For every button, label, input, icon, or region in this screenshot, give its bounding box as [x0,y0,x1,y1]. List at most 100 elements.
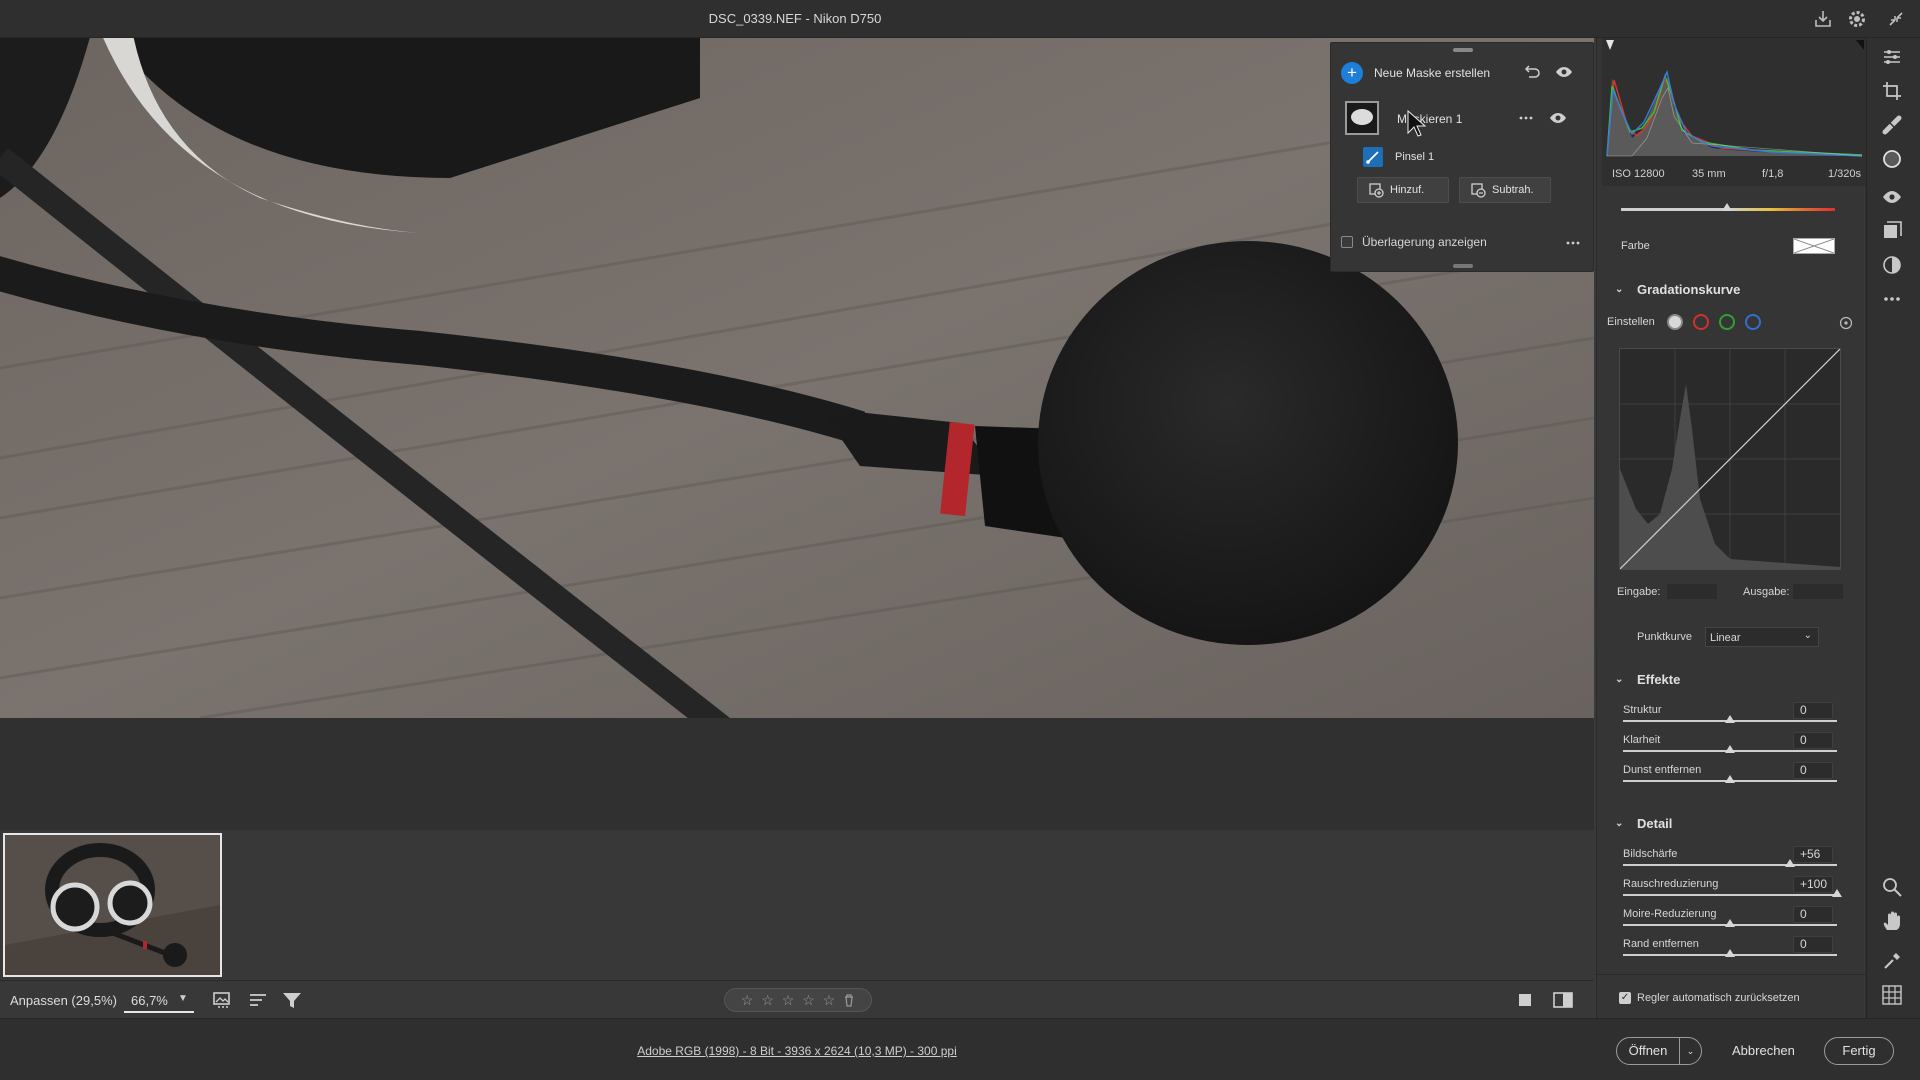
collapse-icon[interactable] [1885,8,1907,30]
star-icon[interactable]: ☆ [823,992,836,1009]
fit-zoom-button[interactable]: Anpassen (29,5%) [10,993,117,1008]
thumbnails-icon[interactable] [212,990,234,1010]
status-bar: Adobe RGB (1998) - 8 Bit - 3936 x 2624 (… [0,1018,1920,1080]
target-adjust-icon[interactable] [1839,316,1853,330]
more-icon[interactable] [1881,288,1903,310]
curve-channel-red[interactable] [1693,314,1709,330]
presets-icon[interactable] [1881,254,1903,276]
star-icon[interactable]: ☆ [761,992,774,1009]
star-icon[interactable]: ☆ [782,992,795,1009]
zoom-dropdown-icon[interactable]: ▼ [178,993,188,1004]
auto-reset-checkbox[interactable]: ✓ [1619,992,1631,1004]
shadow-clipping-icon[interactable] [1606,40,1614,50]
slider-value[interactable]: 0 [1793,936,1833,953]
sampler-icon[interactable] [1881,950,1903,972]
slider-track[interactable] [1623,864,1837,866]
filmstrip-thumbnail[interactable] [3,833,222,977]
add-mask-button[interactable]: Hinzuf. [1357,177,1449,203]
done-button[interactable]: Fertig [1824,1037,1894,1065]
sliders-icon[interactable] [1881,46,1903,68]
healing-icon[interactable] [1881,114,1903,136]
canvas-empty-area [0,718,1594,830]
slider-knob[interactable] [1725,715,1735,723]
tone-curve-graph[interactable] [1619,348,1841,570]
more-icon[interactable] [1517,109,1535,127]
defringe-slider[interactable]: Rand entfernen 0 [1623,936,1837,968]
eye-icon[interactable] [1549,109,1567,127]
structure-slider[interactable]: Struktur 0 [1623,702,1837,734]
hand-icon[interactable] [1881,910,1903,932]
slider-value[interactable]: 0 [1793,906,1833,923]
curve-output-field[interactable] [1793,584,1843,599]
redeye-icon[interactable] [1881,186,1903,208]
trash-icon[interactable] [843,993,855,1007]
slider-value[interactable]: +100 [1793,876,1833,893]
saturation-slider-knob[interactable] [1722,203,1732,211]
brush-component[interactable]: Pinsel 1 [1363,147,1434,167]
open-button[interactable]: Öffnen ⌄ [1616,1037,1702,1065]
slider-value[interactable]: 0 [1793,702,1833,719]
curve-channel-blue[interactable] [1745,314,1761,330]
sharpening-slider[interactable]: Bildschärfe +56 [1623,846,1837,878]
curve-channel-rgb[interactable] [1667,314,1683,330]
point-curve-select[interactable]: Linear ⌄ [1705,627,1819,647]
panel-resize-handle[interactable] [1453,264,1473,268]
slider-value[interactable]: +56 [1793,846,1833,863]
star-icon[interactable]: ☆ [802,992,815,1009]
slider-knob[interactable] [1785,859,1795,867]
noise-reduction-slider[interactable]: Rauschreduzierung +100 [1623,876,1842,908]
subtract-mask-icon [1471,183,1486,198]
slider-label: Rand entfernen [1623,938,1699,950]
mask-icon[interactable] [1881,148,1903,170]
filter-icon[interactable] [281,990,303,1010]
color-swatch[interactable] [1793,238,1835,254]
eye-icon[interactable] [1555,63,1573,81]
exif-focal-length: 35 mm [1692,168,1726,180]
slider-knob[interactable] [1725,919,1735,927]
overlay-checkbox[interactable] [1341,236,1353,248]
moire-reduction-slider[interactable]: Moire-Reduzierung 0 [1623,906,1837,938]
reset-icon[interactable] [1523,63,1541,81]
highlight-clipping-icon[interactable] [1856,40,1864,50]
sort-icon[interactable] [247,990,269,1010]
single-view-icon[interactable] [1514,990,1536,1010]
grid-icon[interactable] [1881,984,1903,1006]
gear-icon[interactable] [1846,8,1868,30]
detail-header[interactable]: ⌄ Detail [1615,816,1672,831]
show-overlay-toggle[interactable]: Überlagerung anzeigen [1341,235,1487,249]
plus-icon: + [1341,62,1363,84]
slider-knob[interactable] [1725,775,1735,783]
file-info-link[interactable]: Adobe RGB (1998) - 8 Bit - 3936 x 2624 (… [0,1044,1594,1058]
effects-header[interactable]: ⌄ Effekte [1615,672,1680,687]
slider-label: Moire-Reduzierung [1623,908,1717,920]
star-icon[interactable]: ☆ [741,992,754,1009]
exif-shutter: 1/320s [1828,168,1862,180]
crop-icon[interactable] [1881,80,1903,102]
slider-value[interactable]: 0 [1793,732,1833,749]
create-mask-label: Neue Maske erstellen [1374,66,1491,80]
more-icon[interactable] [1564,234,1582,252]
subtract-mask-button[interactable]: Subtrah. [1459,177,1551,203]
slider-knob[interactable] [1725,745,1735,753]
zoom-icon[interactable] [1881,876,1903,898]
effects-title: Effekte [1637,672,1681,687]
download-icon[interactable] [1812,8,1834,30]
slider-knob[interactable] [1832,889,1842,897]
auto-reset-row: ✓ Regler automatisch zurücksetzen [1597,974,1865,1018]
create-mask-button[interactable]: + Neue Maske erstellen [1341,61,1490,85]
mask-item[interactable]: Maskieren 1 [1341,101,1585,135]
cancel-button[interactable]: Abbrechen [1732,1043,1795,1058]
curve-input-field[interactable] [1667,584,1717,599]
compare-view-icon[interactable] [1552,990,1574,1010]
panel-drag-handle[interactable] [1453,48,1473,52]
snapshots-icon[interactable] [1881,220,1903,242]
slider-knob[interactable] [1725,949,1735,957]
slider-value[interactable]: 0 [1793,762,1833,779]
histogram: ISO 12800 35 mm f/1,8 1/320s [1602,38,1868,186]
curve-channel-green[interactable] [1719,314,1735,330]
slider-track[interactable] [1623,894,1837,896]
clarity-slider[interactable]: Klarheit 0 [1623,732,1837,764]
chevron-down-icon[interactable]: ⌄ [1679,1038,1701,1064]
dehaze-slider[interactable]: Dunst entfernen 0 [1623,762,1837,794]
tone-curve-header[interactable]: ⌄ Gradationskurve [1615,282,1740,297]
